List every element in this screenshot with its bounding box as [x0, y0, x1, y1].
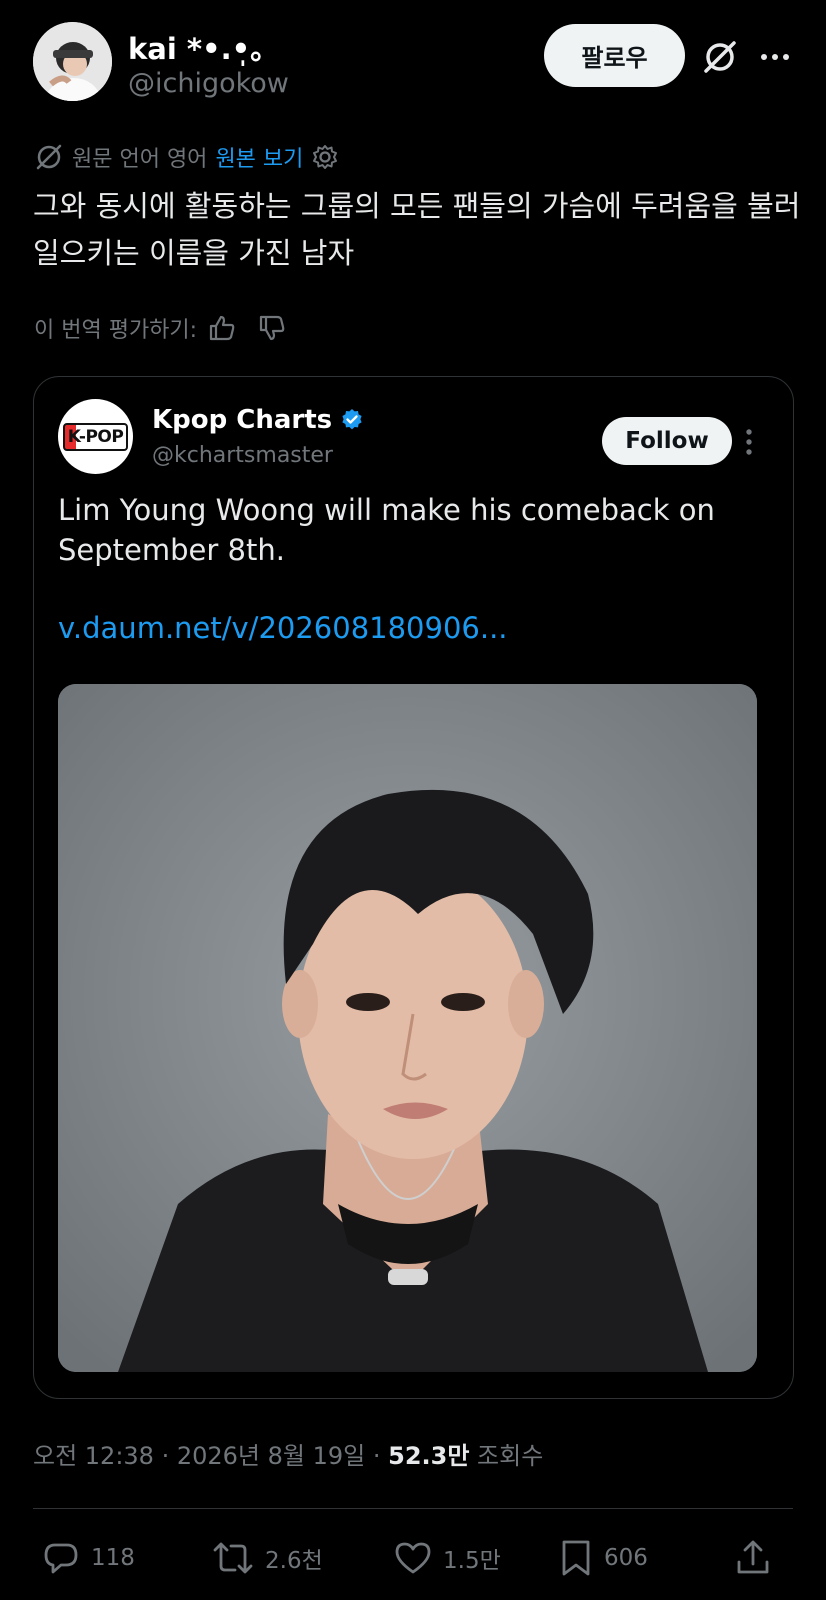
translation-source-label: 원문 언어 영어 [72, 147, 208, 172]
verified-badge-icon [340, 408, 364, 432]
share-button[interactable] [733, 1530, 773, 1586]
rate-translation-label: 이 번역 평가하기: [34, 318, 198, 343]
rate-translation-row: 이 번역 평가하기: [34, 312, 287, 344]
quoted-author-avatar[interactable]: K-POP [58, 399, 133, 474]
thumbs-down-icon[interactable] [257, 313, 287, 343]
repost-button[interactable]: 2.6천 [211, 1530, 323, 1586]
reply-icon [41, 1538, 81, 1578]
thumbs-up-icon[interactable] [207, 313, 237, 343]
quoted-tweet-card[interactable]: K-POP Kpop Charts @kchartsmaster Follow … [33, 376, 794, 1399]
repost-count: 2.6천 [265, 1548, 323, 1574]
reply-button[interactable]: 118 [41, 1530, 135, 1586]
tweet-meta: 오전 12:38 · 2026년 8월 19일 · 52.3만 조회수 [33, 1436, 543, 1471]
quoted-author-name-row[interactable]: Kpop Charts [152, 405, 364, 435]
follow-button[interactable]: 팔로우 [544, 24, 685, 87]
divider [33, 1508, 793, 1509]
bookmark-count: 606 [604, 1545, 648, 1571]
repost-icon [211, 1538, 255, 1578]
quoted-author-name[interactable]: Kpop Charts [152, 405, 332, 435]
translation-row: 원문 언어 영어 원본 보기 [34, 140, 339, 174]
more-vertical-icon[interactable] [744, 427, 754, 457]
tweet-text: 그와 동시에 활동하는 그룹의 모든 팬들의 가슴에 두려움을 불러일으키는 이… [33, 189, 801, 270]
view-original-link[interactable]: 원본 보기 [215, 141, 303, 173]
gear-icon[interactable] [311, 143, 339, 171]
grok-icon[interactable] [700, 37, 740, 77]
translate-icon [34, 142, 64, 172]
tweet-timestamp[interactable]: 오전 12:38 · 2026년 8월 19일 · [33, 1442, 388, 1470]
author-avatar[interactable] [33, 22, 112, 101]
action-bar: 118 2.6천 1.5만 606 [33, 1530, 793, 1586]
views-count: 52.3만 [388, 1442, 470, 1470]
like-count: 1.5만 [443, 1548, 501, 1574]
quoted-author-handle[interactable]: @kchartsmaster [152, 443, 333, 468]
bookmark-icon [558, 1538, 594, 1578]
quoted-tweet-link[interactable]: v.daum.net/v/202608180906... [58, 611, 508, 645]
author-handle[interactable]: @ichigokow [128, 68, 289, 99]
like-button[interactable]: 1.5만 [393, 1530, 501, 1586]
bookmark-button[interactable]: 606 [558, 1530, 648, 1586]
author-name[interactable]: kai *•.•̩。 [128, 26, 279, 68]
quoted-tweet-photo[interactable] [58, 684, 757, 1372]
kpop-logo: K-POP [62, 422, 129, 451]
views-label: 조회수 [469, 1442, 544, 1470]
more-horizontal-icon[interactable] [760, 52, 790, 62]
heart-icon [393, 1538, 433, 1578]
share-icon [733, 1538, 773, 1578]
reply-count: 118 [91, 1545, 135, 1571]
quoted-tweet-text: Lim Young Woong will make his comeback o… [58, 493, 715, 567]
quoted-follow-button[interactable]: Follow [602, 417, 732, 465]
